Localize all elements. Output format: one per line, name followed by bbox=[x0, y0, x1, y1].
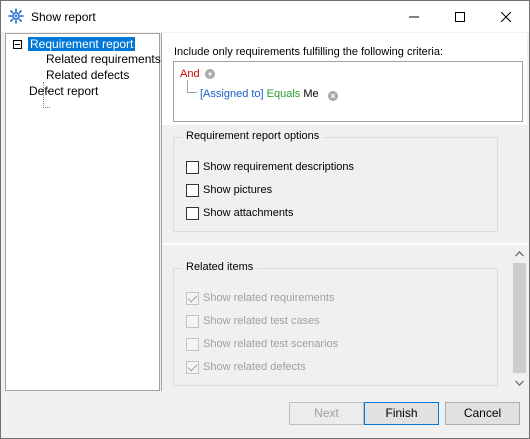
related-items-area: Related items Show related requirements … bbox=[162, 245, 511, 391]
criteria-operator[interactable]: And bbox=[180, 68, 200, 80]
option-show-related-requirements[interactable]: Show related requirements bbox=[186, 291, 334, 305]
condition-value[interactable]: Me bbox=[303, 88, 318, 100]
related-items-title: Related items bbox=[182, 261, 258, 273]
show-report-dialog: Show report Requirement report Related r… bbox=[0, 0, 530, 439]
scroll-down-arrow[interactable] bbox=[511, 374, 528, 391]
option-show-related-test-cases[interactable]: Show related test cases bbox=[186, 314, 320, 328]
option-show-related-test-scenarios[interactable]: Show related test scenarios bbox=[186, 337, 338, 351]
criteria-label: Include only requirements fulfilling the… bbox=[174, 46, 444, 58]
scroll-up-arrow[interactable] bbox=[511, 245, 528, 262]
checkbox[interactable] bbox=[186, 360, 199, 374]
gear-network-icon bbox=[8, 8, 24, 24]
checkbox[interactable] bbox=[186, 337, 199, 351]
option-label: Show related test scenarios bbox=[203, 338, 339, 350]
tree-item-label: Requirement report bbox=[28, 37, 136, 51]
criteria-editor[interactable]: And + [Assigned to] Equals Me × bbox=[173, 61, 523, 122]
title-bar: Show report bbox=[1, 1, 529, 32]
collapse-toggle[interactable] bbox=[13, 40, 22, 49]
option-label: Show attachments bbox=[203, 207, 294, 219]
maximize-button[interactable] bbox=[437, 1, 483, 32]
report-settings-panel: Include only requirements fulfilling the… bbox=[161, 33, 528, 391]
option-label: Show related requirements bbox=[203, 292, 335, 304]
add-condition-icon[interactable]: + bbox=[205, 69, 215, 79]
close-button[interactable] bbox=[483, 1, 529, 32]
cancel-button[interactable]: Cancel bbox=[445, 402, 520, 425]
window-title: Show report bbox=[31, 10, 96, 24]
option-label: Show requirement descriptions bbox=[203, 161, 355, 173]
options-area: Requirement report options Show requirem… bbox=[162, 125, 528, 243]
checkbox[interactable] bbox=[186, 314, 199, 328]
tree-item-label: Related defects bbox=[46, 68, 130, 82]
report-options-title: Requirement report options bbox=[182, 130, 324, 142]
condition-field[interactable]: [Assigned to] bbox=[200, 88, 264, 100]
option-label: Show pictures bbox=[203, 184, 273, 196]
related-items-group: Related items Show related requirements … bbox=[173, 261, 498, 386]
option-show-descriptions[interactable]: Show requirement descriptions bbox=[186, 160, 354, 174]
vertical-scrollbar[interactable] bbox=[511, 245, 528, 391]
tree-item-related-defects[interactable]: Related defects bbox=[46, 67, 129, 83]
criteria-condition[interactable]: [Assigned to] Equals Me bbox=[200, 88, 319, 100]
criteria-connector bbox=[187, 80, 197, 93]
tree-item-requirement-report[interactable]: Requirement report bbox=[28, 36, 136, 52]
checkbox[interactable] bbox=[186, 206, 199, 220]
checkbox[interactable] bbox=[186, 183, 199, 197]
checkbox[interactable] bbox=[186, 160, 199, 174]
tree-item-defect-report[interactable]: Defect report bbox=[29, 83, 98, 99]
option-show-related-defects[interactable]: Show related defects bbox=[186, 360, 306, 374]
scroll-thumb[interactable] bbox=[513, 263, 526, 373]
tree-item-label: Related requirements bbox=[46, 52, 161, 66]
maximize-icon bbox=[455, 11, 465, 22]
tree-item-label: Defect report bbox=[29, 84, 99, 98]
close-icon bbox=[501, 11, 511, 22]
option-label: Show related test cases bbox=[203, 315, 320, 327]
tree-item-related-requirements[interactable]: Related requirements bbox=[46, 51, 161, 67]
report-options-group: Requirement report options Show requirem… bbox=[173, 130, 498, 232]
condition-operator[interactable]: Equals bbox=[267, 88, 301, 100]
option-show-pictures[interactable]: Show pictures bbox=[186, 183, 272, 197]
chevron-down-icon bbox=[515, 380, 524, 386]
remove-condition-icon[interactable]: × bbox=[328, 91, 338, 101]
option-label: Show related defects bbox=[203, 361, 306, 373]
finish-button[interactable]: Finish bbox=[364, 402, 439, 425]
checkbox[interactable] bbox=[186, 291, 199, 305]
minimize-icon bbox=[409, 16, 419, 17]
next-button[interactable]: Next bbox=[289, 402, 364, 425]
report-tree[interactable]: Requirement report Related requirements … bbox=[5, 33, 161, 391]
option-show-attachments[interactable]: Show attachments bbox=[186, 206, 294, 220]
tree-connector bbox=[43, 107, 50, 108]
chevron-up-icon bbox=[515, 250, 524, 256]
minimize-button[interactable] bbox=[391, 1, 437, 32]
